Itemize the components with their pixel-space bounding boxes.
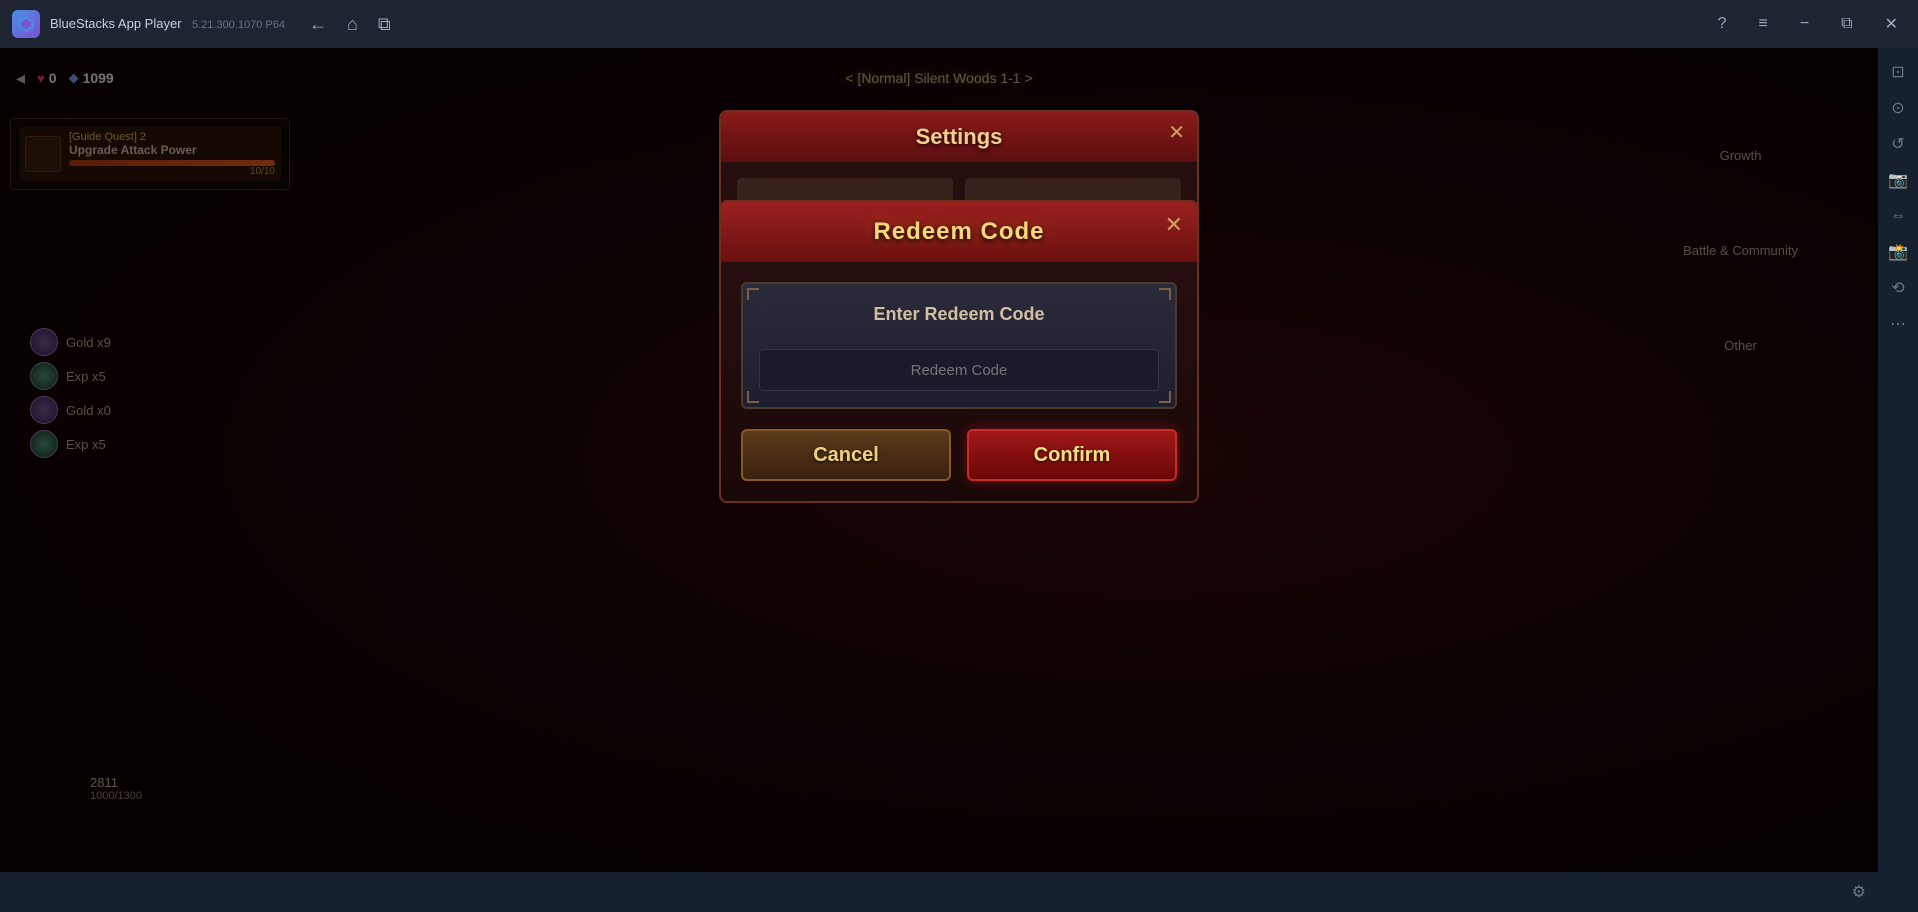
corner-tl xyxy=(747,288,759,300)
settings-header: Settings ✕ xyxy=(721,112,1197,162)
redeem-body: Enter Redeem Code Cancel Confirm xyxy=(721,262,1197,501)
redeem-input-label: Enter Redeem Code xyxy=(759,304,1159,325)
redeem-code-input[interactable] xyxy=(759,349,1159,391)
sidebar-icon-2[interactable]: ⊙ xyxy=(1882,92,1914,124)
confirm-button[interactable]: Confirm xyxy=(967,429,1177,481)
sidebar-icon-3[interactable]: ↺ xyxy=(1882,128,1914,160)
menu-button[interactable]: ≡ xyxy=(1750,11,1775,37)
back-button[interactable]: ← xyxy=(309,14,327,35)
titlebar: BlueStacks App Player 5.21.300.1070 P64 … xyxy=(0,0,1918,48)
sidebar-icon-1[interactable]: ⊡ xyxy=(1882,56,1914,88)
right-sidebar: ⊡ ⊙ ↺ 📷 ⇔ 📸 ⟲ ⋯ xyxy=(1878,48,1918,912)
settings-title: Settings xyxy=(916,124,1003,149)
home-button[interactable]: ⌂ xyxy=(347,14,358,35)
close-button[interactable]: ✕ xyxy=(1877,10,1906,38)
settings-bottom-button[interactable]: ⚙ xyxy=(1852,882,1866,902)
redeem-title: Redeem Code xyxy=(873,218,1044,245)
redeem-dialog: Redeem Code ✕ Enter Redeem Code Cancel C… xyxy=(719,200,1199,503)
app-name: BlueStacks App Player 5.21.300.1070 P64 xyxy=(50,15,285,33)
redeem-action-buttons: Cancel Confirm xyxy=(741,429,1177,481)
corner-tr xyxy=(1159,288,1171,300)
titlebar-controls: ? ≡ − ⧉ ✕ xyxy=(1710,10,1906,38)
sidebar-icon-6[interactable]: 📸 xyxy=(1882,236,1914,268)
corner-br xyxy=(1159,391,1171,403)
redeem-header: Redeem Code ✕ xyxy=(721,202,1197,262)
cancel-button[interactable]: Cancel xyxy=(741,429,951,481)
redeem-close-button[interactable]: ✕ xyxy=(1165,212,1183,238)
bottom-bar: ⚙ xyxy=(0,872,1878,912)
redeem-input-area: Enter Redeem Code xyxy=(741,282,1177,409)
sidebar-icon-4[interactable]: 📷 xyxy=(1882,164,1914,196)
sidebar-icon-8[interactable]: ⋯ xyxy=(1882,308,1914,340)
sidebar-icon-5[interactable]: ⇔ xyxy=(1882,200,1914,232)
minimize-button[interactable]: − xyxy=(1792,11,1817,37)
settings-close-button[interactable]: ✕ xyxy=(1168,120,1185,145)
bluestacks-logo xyxy=(12,10,40,38)
corner-bl xyxy=(747,391,759,403)
windows-button[interactable]: ⧉ xyxy=(378,14,391,35)
titlebar-nav: ← ⌂ ⧉ xyxy=(309,14,391,35)
maximize-button[interactable]: ⧉ xyxy=(1833,11,1860,37)
sidebar-icon-7[interactable]: ⟲ xyxy=(1882,272,1914,304)
help-button[interactable]: ? xyxy=(1710,11,1735,37)
